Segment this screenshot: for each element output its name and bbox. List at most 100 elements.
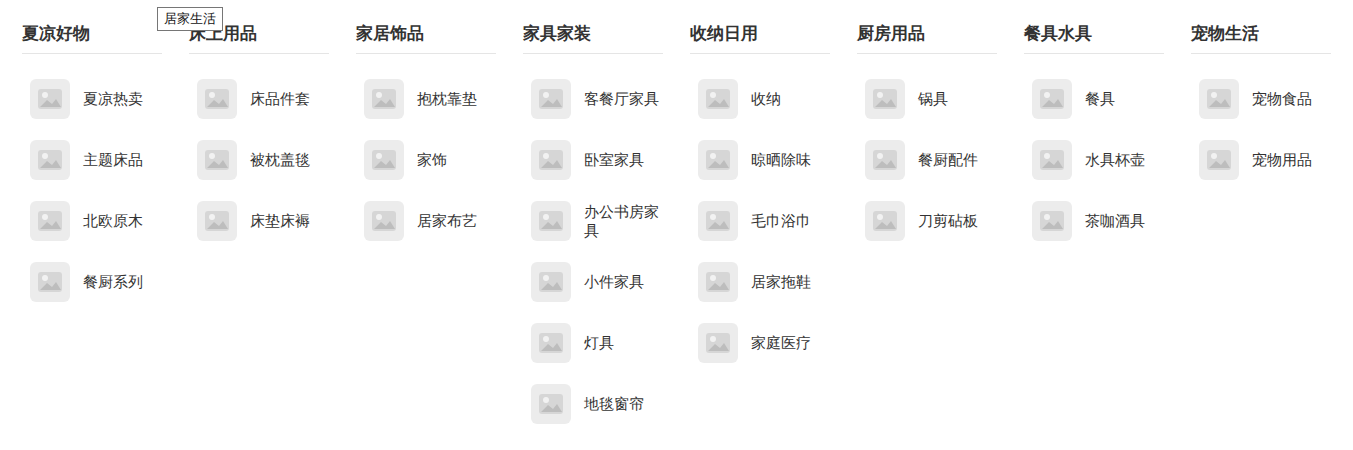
category-item[interactable]: 水具杯壶 (1024, 129, 1164, 190)
product-image-icon (1032, 79, 1072, 119)
category-item[interactable]: 夏凉热卖 (22, 68, 162, 129)
category-item-label[interactable]: 客餐厅家具 (584, 89, 663, 108)
product-image-icon (1032, 140, 1072, 180)
category-item[interactable]: 灯具 (523, 312, 663, 373)
category-item[interactable]: 餐厨系列 (22, 251, 162, 312)
category-heading[interactable]: 夏凉好物 (22, 20, 162, 54)
product-image-icon (531, 262, 571, 302)
category-item[interactable]: 晾晒除味 (690, 129, 830, 190)
category-item-label[interactable]: 宠物用品 (1252, 150, 1331, 169)
product-image-icon (698, 323, 738, 363)
category-item-label[interactable]: 毛巾浴巾 (751, 211, 830, 230)
category-item-label[interactable]: 夏凉热卖 (83, 89, 162, 108)
category-column: 厨房用品锅具餐厨配件刀剪砧板 (857, 20, 997, 434)
category-heading[interactable]: 家居饰品 (356, 20, 496, 54)
product-image-icon (531, 140, 571, 180)
category-column: 夏凉好物夏凉热卖主题床品北欧原木餐厨系列 (22, 20, 162, 434)
product-image-icon (1032, 201, 1072, 241)
product-image-icon (1199, 140, 1239, 180)
category-column: 餐具水具餐具水具杯壶茶咖酒具 (1024, 20, 1164, 434)
category-item[interactable]: 餐厨配件 (857, 129, 997, 190)
product-image-icon (531, 79, 571, 119)
category-item[interactable]: 居家布艺 (356, 190, 496, 251)
category-item[interactable]: 宠物食品 (1191, 68, 1331, 129)
product-image-icon (364, 79, 404, 119)
product-image-icon (865, 140, 905, 180)
category-item[interactable]: 收纳 (690, 68, 830, 129)
category-item[interactable]: 茶咖酒具 (1024, 190, 1164, 251)
category-item-label[interactable]: 水具杯壶 (1085, 150, 1164, 169)
product-image-icon (531, 201, 571, 241)
category-item[interactable]: 居家拖鞋 (690, 251, 830, 312)
category-item-label[interactable]: 办公书房家具 (584, 202, 663, 240)
product-image-icon (30, 262, 70, 302)
category-item[interactable]: 床品件套 (189, 68, 329, 129)
category-item-label[interactable]: 小件家具 (584, 272, 663, 291)
product-image-icon (30, 79, 70, 119)
category-heading[interactable]: 餐具水具 (1024, 20, 1164, 54)
category-item[interactable]: 办公书房家具 (523, 190, 663, 251)
category-item-label[interactable]: 茶咖酒具 (1085, 211, 1164, 230)
category-column: 宠物生活宠物食品宠物用品 (1191, 20, 1331, 434)
category-item-label[interactable]: 家庭医疗 (751, 333, 830, 352)
category-item-label[interactable]: 锅具 (918, 89, 997, 108)
category-item[interactable]: 毛巾浴巾 (690, 190, 830, 251)
category-item[interactable]: 家饰 (356, 129, 496, 190)
category-heading[interactable]: 家具家装 (523, 20, 663, 54)
product-image-icon (531, 384, 571, 424)
category-item[interactable]: 家庭医疗 (690, 312, 830, 373)
category-column: 家居饰品抱枕靠垫家饰居家布艺 (356, 20, 496, 434)
category-item[interactable]: 抱枕靠垫 (356, 68, 496, 129)
category-column: 家具家装客餐厅家具卧室家具办公书房家具小件家具灯具地毯窗帘 (523, 20, 663, 434)
category-item[interactable]: 餐具 (1024, 68, 1164, 129)
category-column: 床上用品床品件套被枕盖毯床垫床褥 (189, 20, 329, 434)
category-column: 收纳日用收纳晾晒除味毛巾浴巾居家拖鞋家庭医疗 (690, 20, 830, 434)
category-item-label[interactable]: 家饰 (417, 150, 496, 169)
category-heading[interactable]: 宠物生活 (1191, 20, 1331, 54)
product-image-icon (698, 201, 738, 241)
category-item-label[interactable]: 床垫床褥 (250, 211, 329, 230)
category-item-label[interactable]: 居家拖鞋 (751, 272, 830, 291)
category-item-label[interactable]: 宠物食品 (1252, 89, 1331, 108)
category-item[interactable]: 锅具 (857, 68, 997, 129)
product-image-icon (30, 140, 70, 180)
category-item-label[interactable]: 被枕盖毯 (250, 150, 329, 169)
product-image-icon (698, 79, 738, 119)
category-item[interactable]: 卧室家具 (523, 129, 663, 190)
category-item[interactable]: 地毯窗帘 (523, 373, 663, 434)
product-image-icon (197, 79, 237, 119)
category-heading[interactable]: 厨房用品 (857, 20, 997, 54)
category-item[interactable]: 小件家具 (523, 251, 663, 312)
category-item-label[interactable]: 晾晒除味 (751, 150, 830, 169)
product-image-icon (698, 140, 738, 180)
category-item-label[interactable]: 居家布艺 (417, 211, 496, 230)
product-image-icon (364, 140, 404, 180)
category-item-label[interactable]: 卧室家具 (584, 150, 663, 169)
product-image-icon (865, 201, 905, 241)
tooltip: 居家生活 (157, 7, 223, 31)
category-item-label[interactable]: 刀剪砧板 (918, 211, 997, 230)
category-item[interactable]: 客餐厅家具 (523, 68, 663, 129)
product-image-icon (865, 79, 905, 119)
category-item[interactable]: 刀剪砧板 (857, 190, 997, 251)
category-item-label[interactable]: 抱枕靠垫 (417, 89, 496, 108)
product-image-icon (531, 323, 571, 363)
category-item[interactable]: 主题床品 (22, 129, 162, 190)
category-heading[interactable]: 收纳日用 (690, 20, 830, 54)
category-item[interactable]: 北欧原木 (22, 190, 162, 251)
category-item-label[interactable]: 床品件套 (250, 89, 329, 108)
category-item[interactable]: 床垫床褥 (189, 190, 329, 251)
product-image-icon (197, 140, 237, 180)
category-item-label[interactable]: 餐具 (1085, 89, 1164, 108)
product-image-icon (698, 262, 738, 302)
category-item-label[interactable]: 北欧原木 (83, 211, 162, 230)
category-item-label[interactable]: 灯具 (584, 333, 663, 352)
product-image-icon (30, 201, 70, 241)
category-item-label[interactable]: 主题床品 (83, 150, 162, 169)
category-item[interactable]: 宠物用品 (1191, 129, 1331, 190)
category-item-label[interactable]: 餐厨配件 (918, 150, 997, 169)
category-item-label[interactable]: 收纳 (751, 89, 830, 108)
category-item-label[interactable]: 地毯窗帘 (584, 394, 663, 413)
category-item-label[interactable]: 餐厨系列 (83, 272, 162, 291)
category-item[interactable]: 被枕盖毯 (189, 129, 329, 190)
